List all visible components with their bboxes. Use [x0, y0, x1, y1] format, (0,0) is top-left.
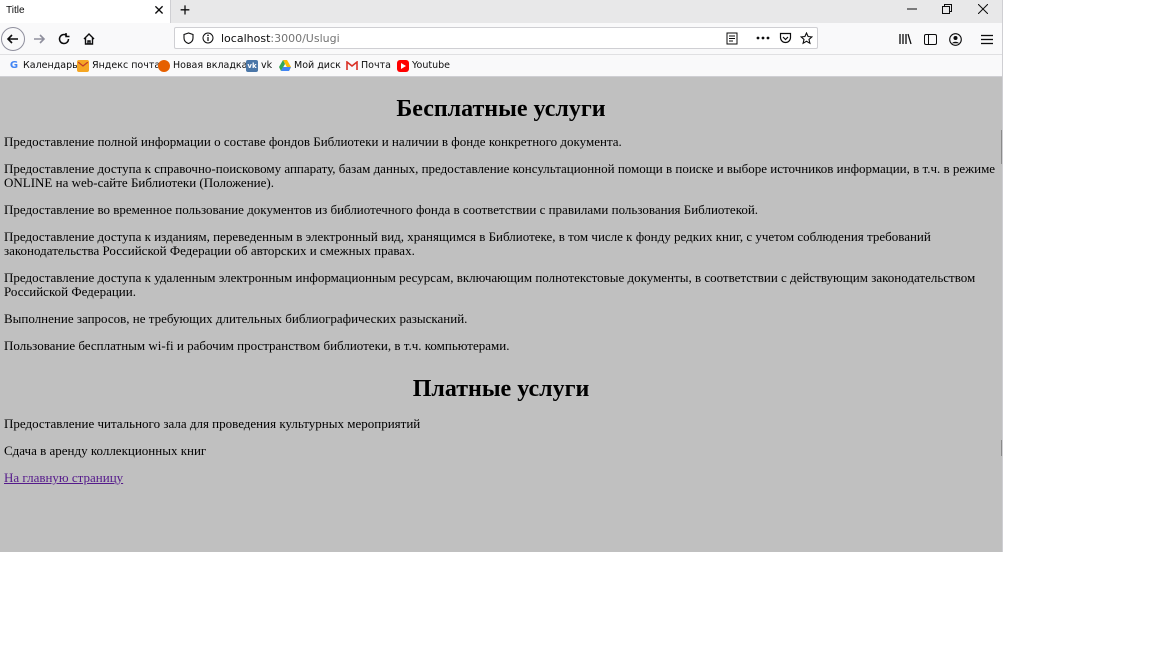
bookmark-my-drive[interactable]: Мой диск	[279, 58, 341, 73]
google-icon: G	[9, 60, 19, 71]
bookmark-label: Новая вкладка	[173, 60, 248, 71]
url-host: localhost	[221, 32, 271, 45]
free-service-item: Выполнение запросов, не требующих длител…	[4, 311, 468, 326]
bookmark-label: Яндекс почта	[92, 60, 161, 71]
tab-title: Title	[6, 5, 25, 16]
navigation-toolbar: localhost:3000/Uslugi	[0, 23, 1002, 55]
paid-service-item: Предоставление читального зала для прове…	[4, 416, 421, 431]
window-edge-marker	[1001, 440, 1002, 456]
free-service-item: Предоставление во временное пользование …	[4, 202, 759, 217]
bookmark-mail[interactable]: Почта	[346, 58, 391, 73]
paid-service-item: Сдача в аренду коллекционных книг	[4, 443, 207, 458]
free-service-item: Предоставление полной информации о соста…	[4, 134, 622, 149]
firefox-icon	[158, 59, 170, 72]
more-actions-icon[interactable]	[756, 31, 770, 45]
close-tab-icon[interactable]: ✕	[152, 3, 166, 17]
active-tab[interactable]: Title ✕	[0, 0, 171, 23]
window-edge-marker	[1001, 130, 1002, 164]
url-text[interactable]: localhost:3000/Uslugi	[221, 32, 340, 45]
info-icon[interactable]	[201, 31, 215, 45]
bookmark-label: Календарь	[23, 60, 78, 71]
free-service-item: Предоставление доступа к изданиям, перев…	[4, 229, 931, 258]
bookmark-label: vk	[261, 60, 273, 71]
home-icon	[83, 33, 95, 45]
url-bar[interactable]: localhost:3000/Uslugi	[174, 27, 818, 49]
back-arrow-icon	[6, 34, 18, 44]
forward-arrow-icon	[34, 34, 46, 44]
bookmark-label: Мой диск	[294, 60, 341, 71]
url-path: :3000/Uslugi	[270, 32, 340, 45]
sidebar-icon[interactable]	[919, 28, 941, 50]
bookmarks-bar: G Календарь Яндекс почта Новая вкладка v…	[0, 55, 1002, 77]
pocket-icon[interactable]	[778, 31, 792, 45]
page-content: Бесплатные услуги Предоставление полной …	[0, 77, 1002, 552]
account-icon[interactable]	[944, 28, 966, 50]
tab-strip: Title ✕ +	[0, 0, 1002, 23]
home-button[interactable]	[78, 28, 100, 50]
google-drive-icon	[279, 60, 291, 72]
free-services-heading: Бесплатные услуги	[396, 96, 606, 122]
close-window-icon[interactable]	[973, 2, 993, 18]
new-tab-button[interactable]: +	[176, 1, 194, 19]
bookmark-vk[interactable]: vk vk	[246, 58, 272, 73]
bookmark-label: Почта	[361, 60, 391, 71]
free-service-item: Предоставление доступа к справочно-поиск…	[4, 161, 996, 190]
forward-button[interactable]	[28, 28, 50, 50]
shield-icon[interactable]	[181, 31, 195, 45]
bookmark-youtube[interactable]: Youtube	[397, 58, 450, 73]
paid-services-heading: Платные услуги	[412, 376, 590, 402]
library-icon[interactable]	[894, 28, 916, 50]
bookmark-yandex-mail[interactable]: Яндекс почта	[77, 58, 160, 73]
vk-icon: vk	[246, 59, 258, 72]
menu-icon[interactable]	[976, 28, 998, 50]
bookmark-star-icon[interactable]	[799, 31, 813, 45]
browser-window: Title ✕ + localhost:3000/Uslugi G Календ…	[0, 0, 1003, 552]
free-service-item: Предоставление доступа к удаленным элект…	[4, 270, 976, 299]
yandex-mail-icon	[77, 59, 89, 72]
minimize-icon[interactable]	[902, 2, 922, 18]
bookmark-label: Youtube	[412, 60, 450, 71]
bookmark-new-tab[interactable]: Новая вкладка	[158, 58, 247, 73]
restore-icon[interactable]	[937, 2, 957, 18]
youtube-icon	[397, 59, 409, 72]
reload-button[interactable]	[53, 28, 75, 50]
reader-view-icon[interactable]	[725, 31, 739, 45]
reload-icon	[58, 33, 70, 45]
back-button[interactable]	[1, 27, 25, 51]
home-page-link[interactable]: На главную страницу	[4, 470, 123, 485]
gmail-icon	[346, 60, 358, 72]
free-service-item: Пользование бесплатным wi-fi и рабочим п…	[4, 338, 510, 353]
bookmark-calendar[interactable]: G Календарь	[8, 58, 78, 73]
